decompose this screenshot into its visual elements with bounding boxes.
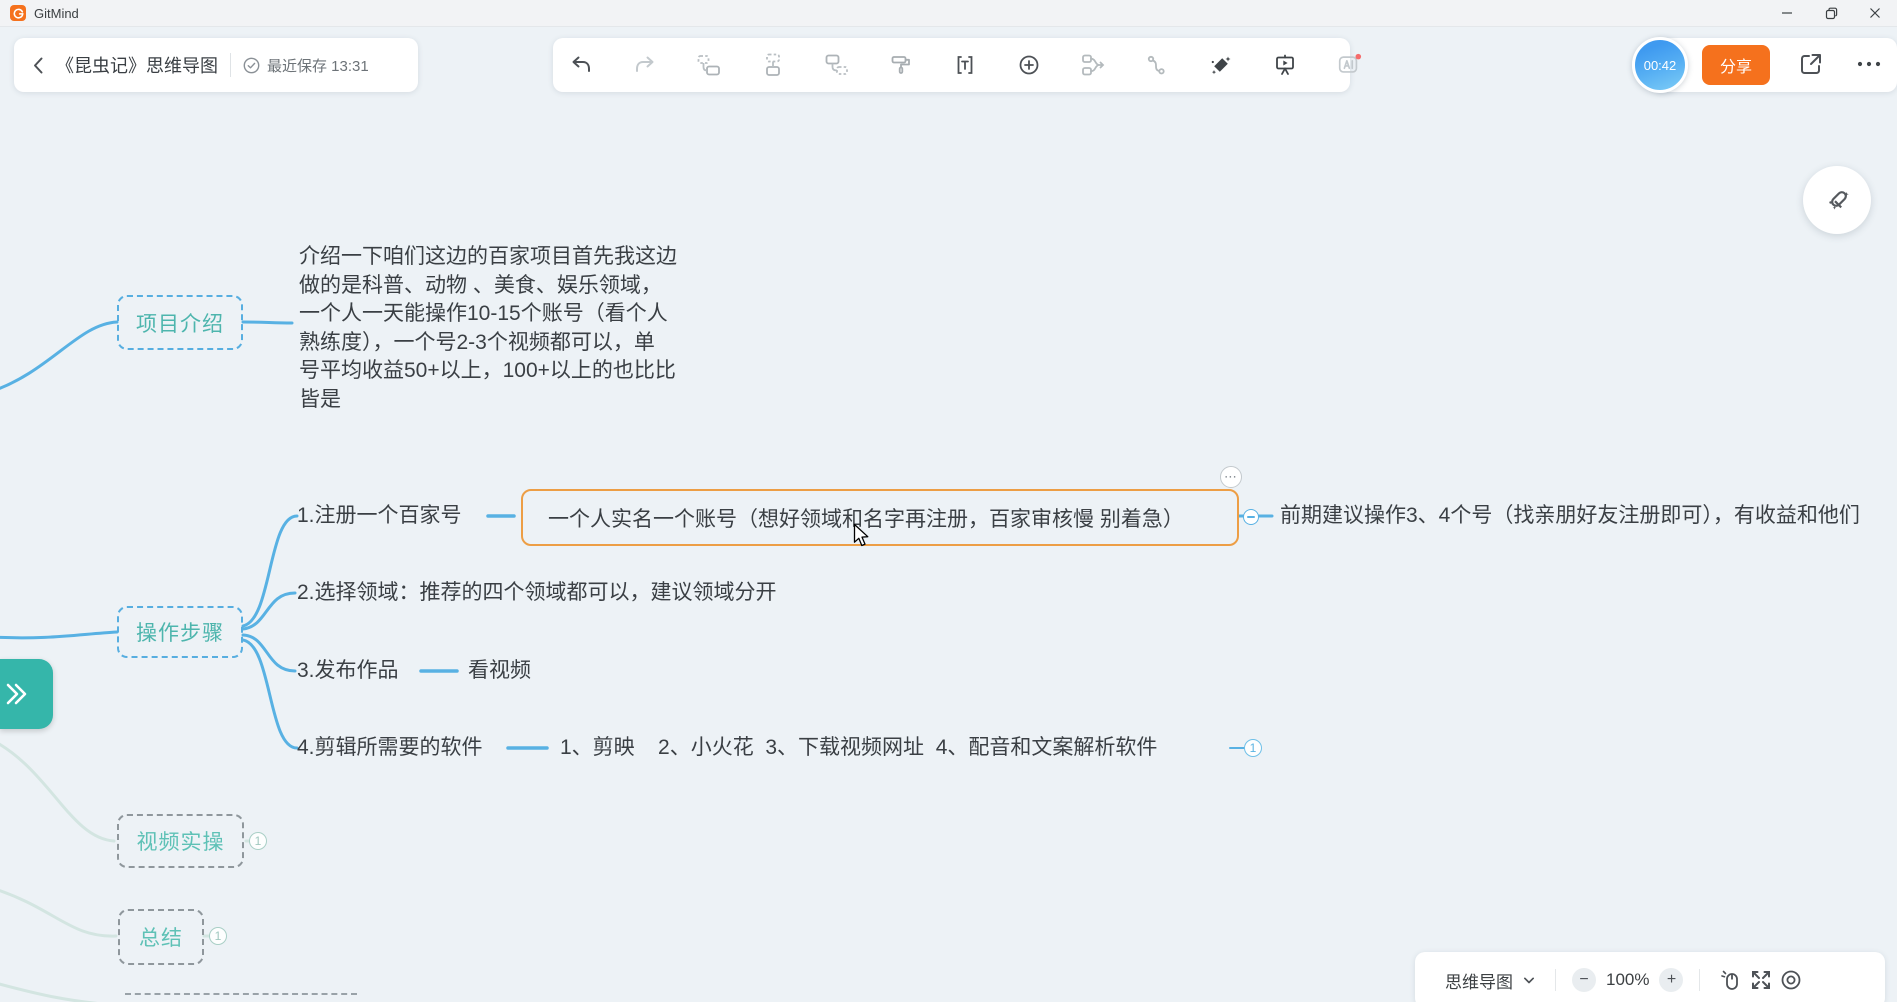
save-status: 最近保存 13:31	[267, 55, 369, 76]
timer-value: 00:42	[1644, 58, 1677, 73]
node-summary-label: 总结	[139, 922, 183, 952]
canvas-control-bar: 思维导图 − 100% +	[1415, 952, 1885, 1002]
export-button[interactable]	[1794, 47, 1828, 81]
map-mode-selector[interactable]: 思维导图	[1445, 968, 1539, 993]
saved-check-icon	[243, 57, 260, 74]
ellipsis-icon	[1856, 60, 1882, 68]
fit-screen-icon	[1749, 968, 1773, 992]
node-menu-badge[interactable]: ⋯	[1220, 466, 1242, 488]
main-toolbar	[553, 38, 1350, 92]
redo-icon[interactable]	[632, 52, 658, 78]
undo-icon[interactable]	[568, 52, 594, 78]
collapsed-count-badge[interactable]: 1	[1244, 739, 1262, 757]
collapsed-count-badge[interactable]: 1	[209, 927, 227, 945]
insert-topic-icon[interactable]	[1016, 52, 1042, 78]
share-button[interactable]: 分享	[1702, 45, 1770, 85]
node-step1[interactable]: 1.注册一个百家号	[297, 502, 462, 530]
window-titlebar: GitMind	[0, 0, 1897, 27]
node-video-practice[interactable]: 视频实操	[117, 814, 244, 868]
zoom-out-label: −	[1579, 971, 1588, 989]
outline-panel-toggle[interactable]	[0, 659, 53, 729]
node-project-intro[interactable]: 项目介绍	[117, 295, 243, 350]
node-step3[interactable]: 3.发布作品	[297, 657, 399, 685]
document-header-card: 《昆虫记》思维导图 最近保存 13:31	[14, 38, 418, 92]
node-step1-detail-label: 一个人实名一个账号（想好领域和名字再注册，百家审核慢 别着急）	[548, 503, 1184, 533]
collapse-toggle[interactable]	[1243, 509, 1259, 525]
eye-icon	[1779, 968, 1803, 992]
node-step4[interactable]: 4.剪辑所需要的软件	[297, 734, 483, 762]
divider	[1699, 969, 1700, 991]
text-style-icon[interactable]	[952, 52, 978, 78]
insert-sibling-node-icon[interactable]	[696, 52, 722, 78]
chevron-down-icon	[1519, 970, 1539, 990]
restore-button[interactable]	[1809, 0, 1853, 26]
focus-view-button[interactable]	[1776, 965, 1806, 995]
drag-mode-button[interactable]	[1716, 965, 1746, 995]
gitmind-window: GitMind	[0, 0, 1897, 1002]
zoom-out-button[interactable]: −	[1572, 968, 1596, 992]
node-summary[interactable]: 总结	[118, 909, 204, 965]
node-video-practice-label: 视频实操	[137, 826, 225, 856]
close-button[interactable]	[1853, 0, 1897, 26]
presentation-icon[interactable]	[1272, 52, 1298, 78]
node-step3-child[interactable]: 看视频	[468, 657, 531, 685]
magic-sticker-icon	[1822, 185, 1852, 215]
node-clipped-bottom	[125, 993, 357, 995]
insert-parent-node-icon[interactable]	[760, 52, 786, 78]
document-title[interactable]: 《昆虫记》思维导图	[56, 52, 218, 78]
share-button-label: 分享	[1720, 53, 1752, 77]
node-operation-steps[interactable]: 操作步骤	[117, 606, 243, 658]
collapsed-count-badge[interactable]: 1	[249, 832, 267, 850]
zoom-in-button[interactable]: +	[1659, 968, 1683, 992]
node-project-intro-label: 项目介绍	[136, 308, 224, 338]
summary-node-icon[interactable]	[1080, 52, 1106, 78]
node-step4-child[interactable]: 1、剪映 2、小火花 3、下载视频网址 4、配音和文案解析软件	[560, 734, 1157, 762]
node-step2[interactable]: 2.选择领域：推荐的四个领域都可以，建议领域分开	[297, 579, 777, 607]
node-operation-steps-label: 操作步骤	[136, 617, 224, 647]
back-chevron-icon	[30, 56, 46, 75]
divider	[230, 53, 231, 77]
map-mode-label: 思维导图	[1445, 968, 1513, 993]
node-step1-note[interactable]: 前期建议操作3、4个号（找亲朋好友注册即可），有收益和他们	[1280, 502, 1860, 530]
back-button[interactable]	[30, 56, 46, 75]
minimize-button[interactable]	[1765, 0, 1809, 26]
collapse-minus-icon	[1247, 516, 1255, 518]
fit-screen-button[interactable]	[1746, 965, 1776, 995]
insert-child-node-icon[interactable]	[824, 52, 850, 78]
divider	[1555, 969, 1556, 991]
mouse-icon	[1719, 968, 1743, 992]
node-intro-paragraph[interactable]: 介绍一下咱们这边的百家项目首先我这边 做的是科普、动物 、美食、娱乐领域， 一个…	[299, 243, 729, 414]
relation-line-icon[interactable]	[1144, 52, 1170, 78]
node-step1-detail-selected[interactable]: 一个人实名一个账号（想好领域和名字再注册，百家审核慢 别着急）	[521, 489, 1239, 546]
zoom-in-label: +	[1667, 971, 1676, 989]
more-menu-button[interactable]	[1852, 47, 1886, 81]
double-chevron-right-icon	[0, 681, 34, 707]
style-beautify-button[interactable]	[1803, 166, 1871, 234]
app-title: GitMind	[34, 6, 79, 21]
session-timer[interactable]: 00:42	[1632, 37, 1688, 93]
ai-beautify-icon[interactable]	[1208, 52, 1234, 78]
gitmind-logo-icon	[10, 5, 26, 21]
format-painter-icon[interactable]	[888, 52, 914, 78]
export-icon	[1798, 51, 1824, 77]
ai-assistant-icon[interactable]	[1336, 52, 1362, 78]
zoom-level: 100%	[1606, 970, 1649, 990]
